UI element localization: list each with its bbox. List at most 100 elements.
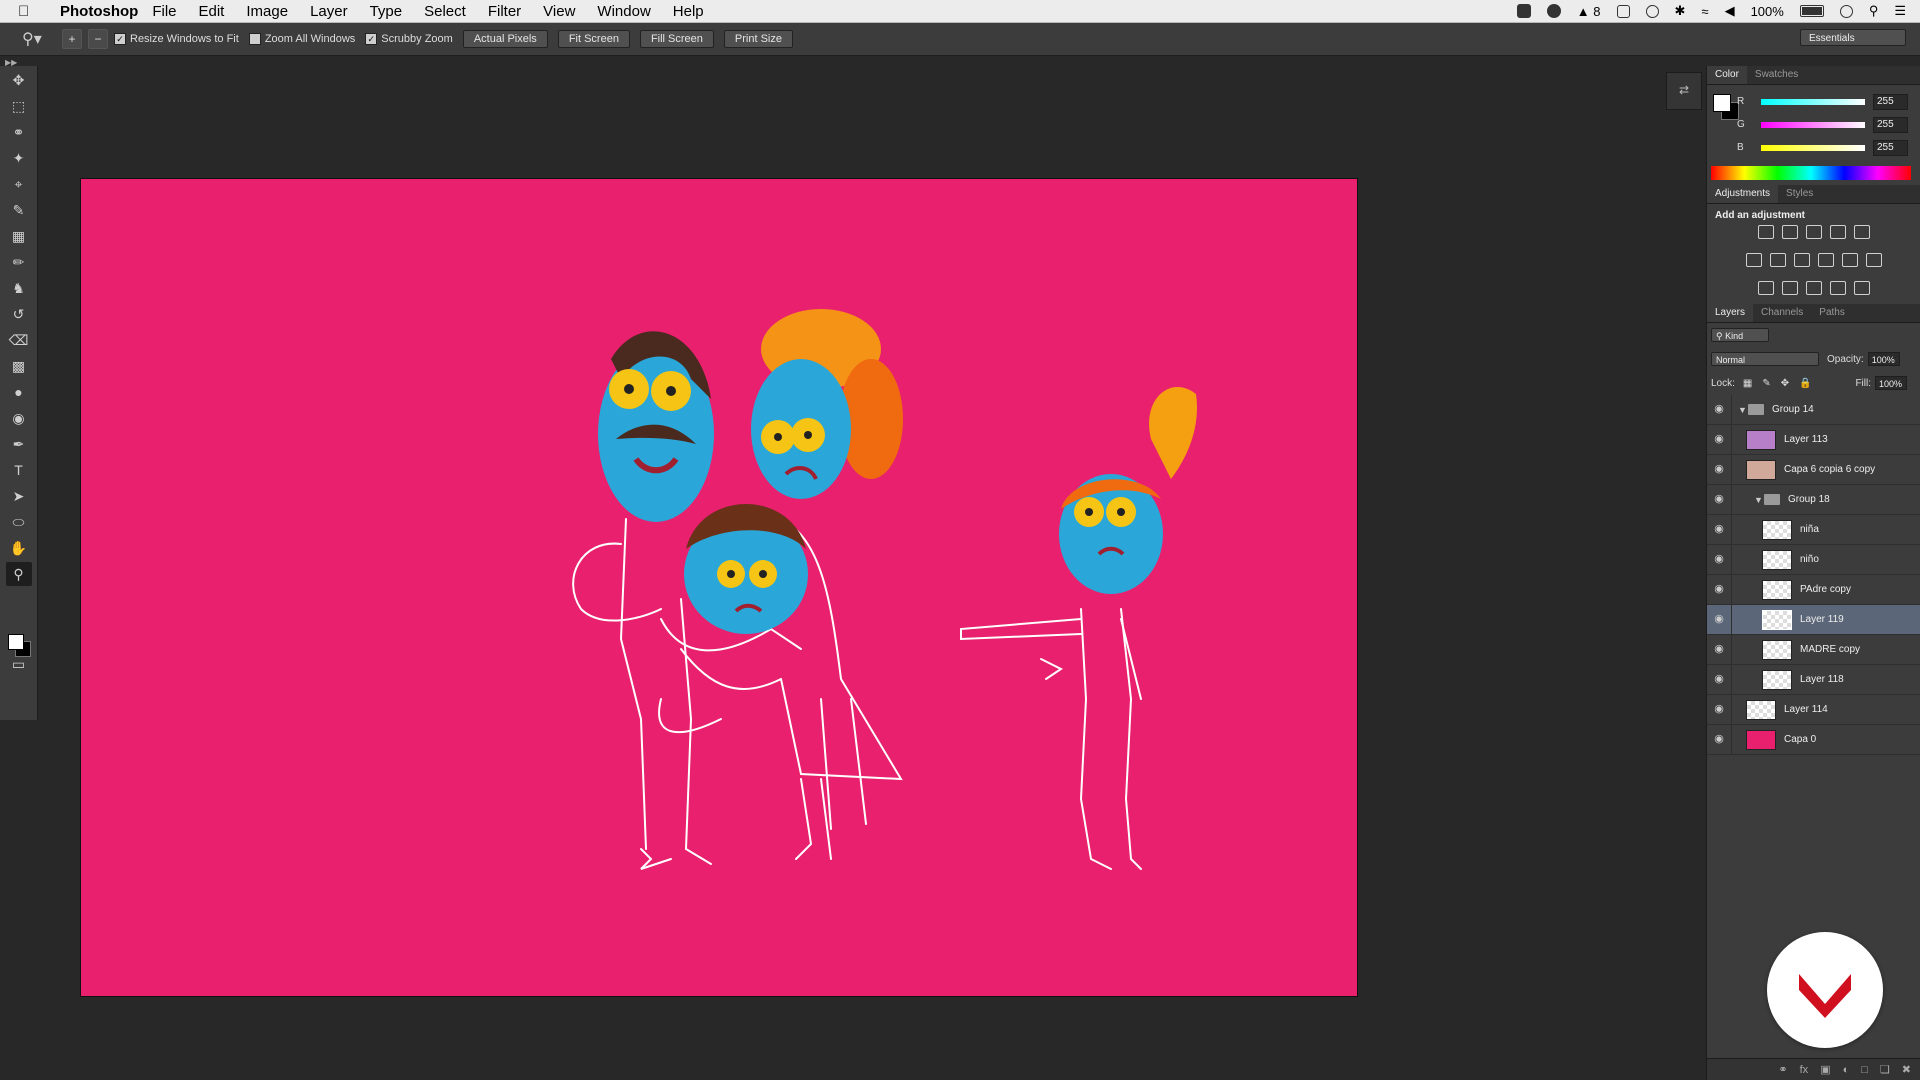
adobe-tray-icon[interactable]: ▲ 8 (1577, 4, 1601, 19)
color-balance-icon[interactable] (1770, 253, 1786, 267)
menu-filter[interactable]: Filter (488, 3, 521, 20)
record-icon[interactable] (1546, 4, 1561, 18)
tab-styles[interactable]: Styles (1778, 185, 1821, 203)
apple-icon[interactable]:  (18, 3, 46, 20)
color-lookup-icon[interactable] (1866, 253, 1882, 267)
fill-screen-button[interactable]: Fill Screen (639, 30, 714, 48)
menu-edit[interactable]: Edit (199, 3, 225, 20)
layer-kind-filter[interactable]: ⚲ Kind (1711, 328, 1769, 342)
color-foreground-chip[interactable] (1713, 94, 1731, 112)
channel-mixer-icon[interactable] (1842, 253, 1858, 267)
zoom-tool-icon[interactable]: ⚲ (5, 562, 32, 586)
menu-help[interactable]: Help (673, 3, 704, 20)
volume-icon[interactable]: ◀ (1725, 3, 1735, 19)
curves-icon[interactable] (1806, 225, 1822, 239)
shape-tool-icon[interactable]: ⬭ (6, 510, 32, 534)
new-group-icon[interactable]: □ (1861, 1064, 1868, 1076)
opacity-field[interactable]: 100% (1867, 352, 1900, 366)
menu-file[interactable]: File (152, 3, 176, 20)
bluetooth-icon[interactable]: ✱ (1675, 3, 1686, 19)
layer-row-layer-119[interactable]: ◉ Layer 119 (1707, 605, 1920, 635)
layer-row-capa-6-copia-6-copy[interactable]: ◉ Capa 6 copia 6 copy (1707, 455, 1920, 485)
green-slider[interactable] (1761, 121, 1865, 128)
history-brush-tool-icon[interactable]: ↺ (6, 302, 32, 326)
layer-row-layer-113[interactable]: ◉ Layer 113 (1707, 425, 1920, 455)
clock-icon[interactable] (1839, 4, 1853, 18)
spotlight-icon[interactable]: ⚲ (1869, 3, 1879, 19)
document-canvas[interactable] (81, 179, 1357, 996)
menu-image[interactable]: Image (246, 3, 288, 20)
layer-style-icon[interactable]: fx (1800, 1064, 1809, 1076)
blue-value[interactable]: 255 (1873, 139, 1908, 156)
menu-type[interactable]: Type (370, 3, 403, 20)
zoom-tool-preset-icon[interactable]: ⚲▾ (22, 29, 62, 49)
zoom-out-button[interactable]: − (88, 29, 108, 49)
tab-layers[interactable]: Layers (1707, 304, 1754, 322)
layer-row-group-14[interactable]: ◉ ▼ Group 14 (1707, 395, 1920, 425)
delete-layer-icon[interactable]: ✖ (1902, 1063, 1911, 1076)
layer-row-layer-114[interactable]: ◉ Layer 114 (1707, 695, 1920, 725)
blue-slider[interactable] (1761, 144, 1865, 151)
zoom-all-checkbox[interactable]: Zoom All Windows (248, 33, 355, 45)
photo-filter-icon[interactable] (1818, 253, 1834, 267)
new-layer-icon[interactable]: ❏ (1880, 1063, 1890, 1076)
link-layers-icon[interactable]: ⚭ (1778, 1063, 1787, 1076)
blur-tool-icon[interactable]: ● (6, 380, 32, 404)
notification-center-icon[interactable]: ☰ (1894, 3, 1906, 19)
dodge-tool-icon[interactable]: ◉ (6, 406, 32, 430)
wifi-icon[interactable]: ≈ (1701, 4, 1708, 19)
gradient-map-icon[interactable] (1854, 281, 1870, 295)
tab-color[interactable]: Color (1707, 66, 1747, 84)
pen-tool-icon[interactable]: ✒ (6, 432, 32, 456)
actual-pixels-button[interactable]: Actual Pixels (462, 30, 548, 48)
posterize-icon[interactable] (1782, 281, 1798, 295)
visibility-eye-icon[interactable]: ◉ (1707, 725, 1732, 754)
visibility-eye-icon[interactable]: ◉ (1707, 425, 1732, 454)
threshold-icon[interactable] (1806, 281, 1822, 295)
blend-mode-select[interactable]: Normal (1711, 352, 1819, 366)
visibility-eye-icon[interactable]: ◉ (1707, 635, 1732, 664)
visibility-eye-icon[interactable]: ◉ (1707, 665, 1732, 694)
invert-icon[interactable] (1758, 281, 1774, 295)
green-value[interactable]: 255 (1873, 116, 1908, 133)
visibility-eye-icon[interactable]: ◉ (1707, 605, 1732, 634)
visibility-eye-icon[interactable]: ◉ (1707, 395, 1732, 424)
brightness-contrast-icon[interactable] (1758, 225, 1774, 239)
brush-tool-icon[interactable]: ✏ (6, 250, 32, 274)
visibility-eye-icon[interactable]: ◉ (1707, 515, 1732, 544)
menu-select[interactable]: Select (424, 3, 466, 20)
type-tool-icon[interactable]: T (6, 458, 32, 482)
tab-swatches[interactable]: Swatches (1747, 66, 1806, 84)
marquee-tool-icon[interactable]: ⬚ (6, 94, 32, 118)
menu-view[interactable]: View (543, 3, 575, 20)
menu-window[interactable]: Window (597, 3, 650, 20)
hue-saturation-icon[interactable] (1746, 253, 1762, 267)
battery-icon[interactable] (1799, 5, 1824, 17)
visibility-eye-icon[interactable]: ◉ (1707, 575, 1732, 604)
eyedropper-tool-icon[interactable]: ✎ (6, 198, 32, 222)
foreground-color-swatch[interactable] (8, 634, 24, 650)
selective-color-icon[interactable] (1830, 281, 1846, 295)
zoom-in-button[interactable]: + (62, 29, 82, 49)
hand-tool-icon[interactable]: ✋ (6, 536, 32, 560)
drive-icon[interactable] (1516, 4, 1531, 18)
layer-row-nino[interactable]: ◉ niño (1707, 545, 1920, 575)
visibility-eye-icon[interactable]: ◉ (1707, 455, 1732, 484)
layer-row-group-18[interactable]: ◉ ▼ Group 18 (1707, 485, 1920, 515)
red-value[interactable]: 255 (1873, 93, 1908, 110)
vibrance-icon[interactable] (1854, 225, 1870, 239)
scrubby-zoom-checkbox[interactable]: ✓ Scrubby Zoom (365, 33, 453, 45)
time-machine-icon[interactable] (1645, 4, 1659, 18)
layer-row-layer-118[interactable]: ◉ Layer 118 (1707, 665, 1920, 695)
color-spectrum-ramp[interactable] (1711, 166, 1911, 180)
lasso-tool-icon[interactable]: ⚭ (6, 120, 32, 144)
tab-channels[interactable]: Channels (1753, 304, 1811, 322)
print-size-button[interactable]: Print Size (723, 30, 793, 48)
add-mask-icon[interactable]: ▣ (1820, 1063, 1830, 1076)
workspace-switcher[interactable]: Essentials (1800, 29, 1906, 46)
levels-icon[interactable] (1782, 225, 1798, 239)
menu-layer[interactable]: Layer (310, 3, 348, 20)
layer-row-padre-copy[interactable]: ◉ PAdre copy (1707, 575, 1920, 605)
airplay-icon[interactable] (1616, 4, 1630, 18)
layer-row-capa-0[interactable]: ◉ Capa 0 (1707, 725, 1920, 755)
